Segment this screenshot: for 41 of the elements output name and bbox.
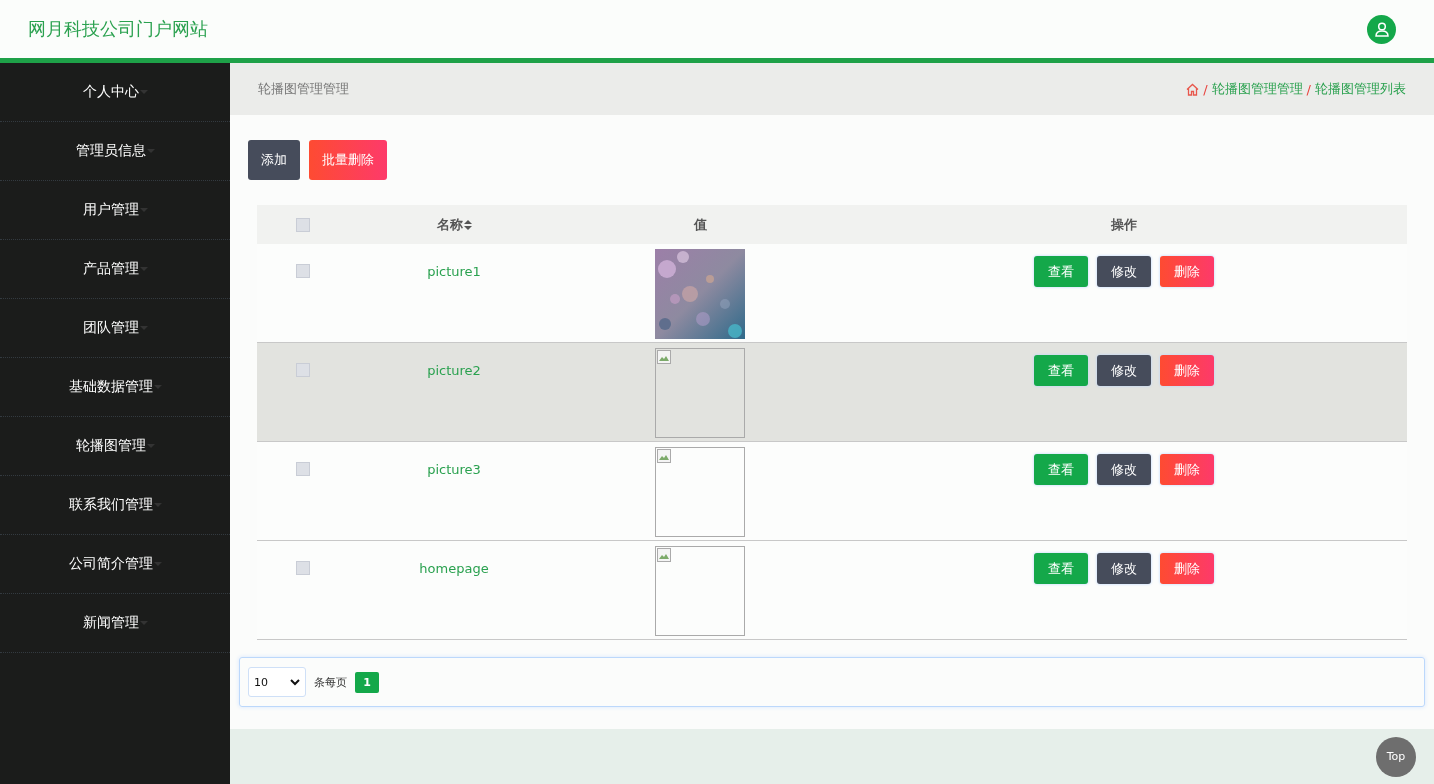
add-button[interactable]: 添加 bbox=[248, 140, 300, 180]
sort-icon[interactable] bbox=[462, 219, 472, 230]
sidebar-item[interactable]: 轮播图管理 bbox=[0, 417, 230, 476]
sidebar-item[interactable]: 基础数据管理 bbox=[0, 358, 230, 417]
table-row[interactable]: picture2 查看 修改 删除 bbox=[257, 343, 1407, 442]
sidebar-item[interactable]: 新闻管理 bbox=[0, 594, 230, 653]
table-cell-text: picture2 bbox=[427, 363, 481, 380]
breadcrumb-separator: / bbox=[1203, 81, 1208, 97]
edit-button[interactable]: 修改 bbox=[1097, 256, 1151, 287]
site-title: 网月科技公司门户网站 bbox=[28, 17, 208, 41]
checkbox[interactable] bbox=[296, 561, 310, 575]
broken-image-icon bbox=[656, 448, 672, 464]
checkbox[interactable] bbox=[296, 462, 310, 476]
back-to-top-button[interactable]: Top bbox=[1376, 736, 1416, 777]
sidebar-item[interactable]: 管理员信息 bbox=[0, 122, 230, 181]
page-title: 轮播图管理管理 bbox=[258, 80, 349, 98]
edit-button[interactable]: 修改 bbox=[1097, 553, 1151, 584]
broken-image-icon bbox=[656, 349, 672, 365]
sidebar-item[interactable]: 团队管理 bbox=[0, 299, 230, 358]
checkbox[interactable] bbox=[296, 264, 310, 278]
checkbox[interactable] bbox=[296, 217, 310, 232]
sidebar-item[interactable]: 公司简介管理 bbox=[0, 535, 230, 594]
table-cell-text: picture1 bbox=[427, 264, 481, 281]
page-size-select[interactable]: 10 bbox=[248, 667, 306, 697]
edit-button[interactable]: 修改 bbox=[1097, 454, 1151, 485]
breadcrumb-separator: / bbox=[1306, 81, 1311, 97]
checkbox[interactable] bbox=[296, 363, 310, 377]
home-icon[interactable] bbox=[1186, 82, 1200, 96]
sidebar-item[interactable]: 联系我们管理 bbox=[0, 476, 230, 535]
sidebar-item[interactable]: 产品管理 bbox=[0, 240, 230, 299]
broken-image-icon bbox=[656, 547, 672, 563]
sidebar-item[interactable]: 用户管理 bbox=[0, 181, 230, 240]
table-cell-text: picture3 bbox=[427, 462, 481, 479]
column-header: 名称 bbox=[436, 215, 463, 234]
column-header: 操作 bbox=[1111, 215, 1137, 234]
user-icon[interactable] bbox=[1367, 14, 1396, 44]
edit-button[interactable]: 修改 bbox=[1097, 355, 1151, 386]
chevron-icon bbox=[290, 678, 300, 686]
column-header: 值 bbox=[693, 215, 707, 234]
per-page-label: 条每页 bbox=[314, 674, 347, 690]
table-cell-text: homepage bbox=[419, 561, 489, 578]
